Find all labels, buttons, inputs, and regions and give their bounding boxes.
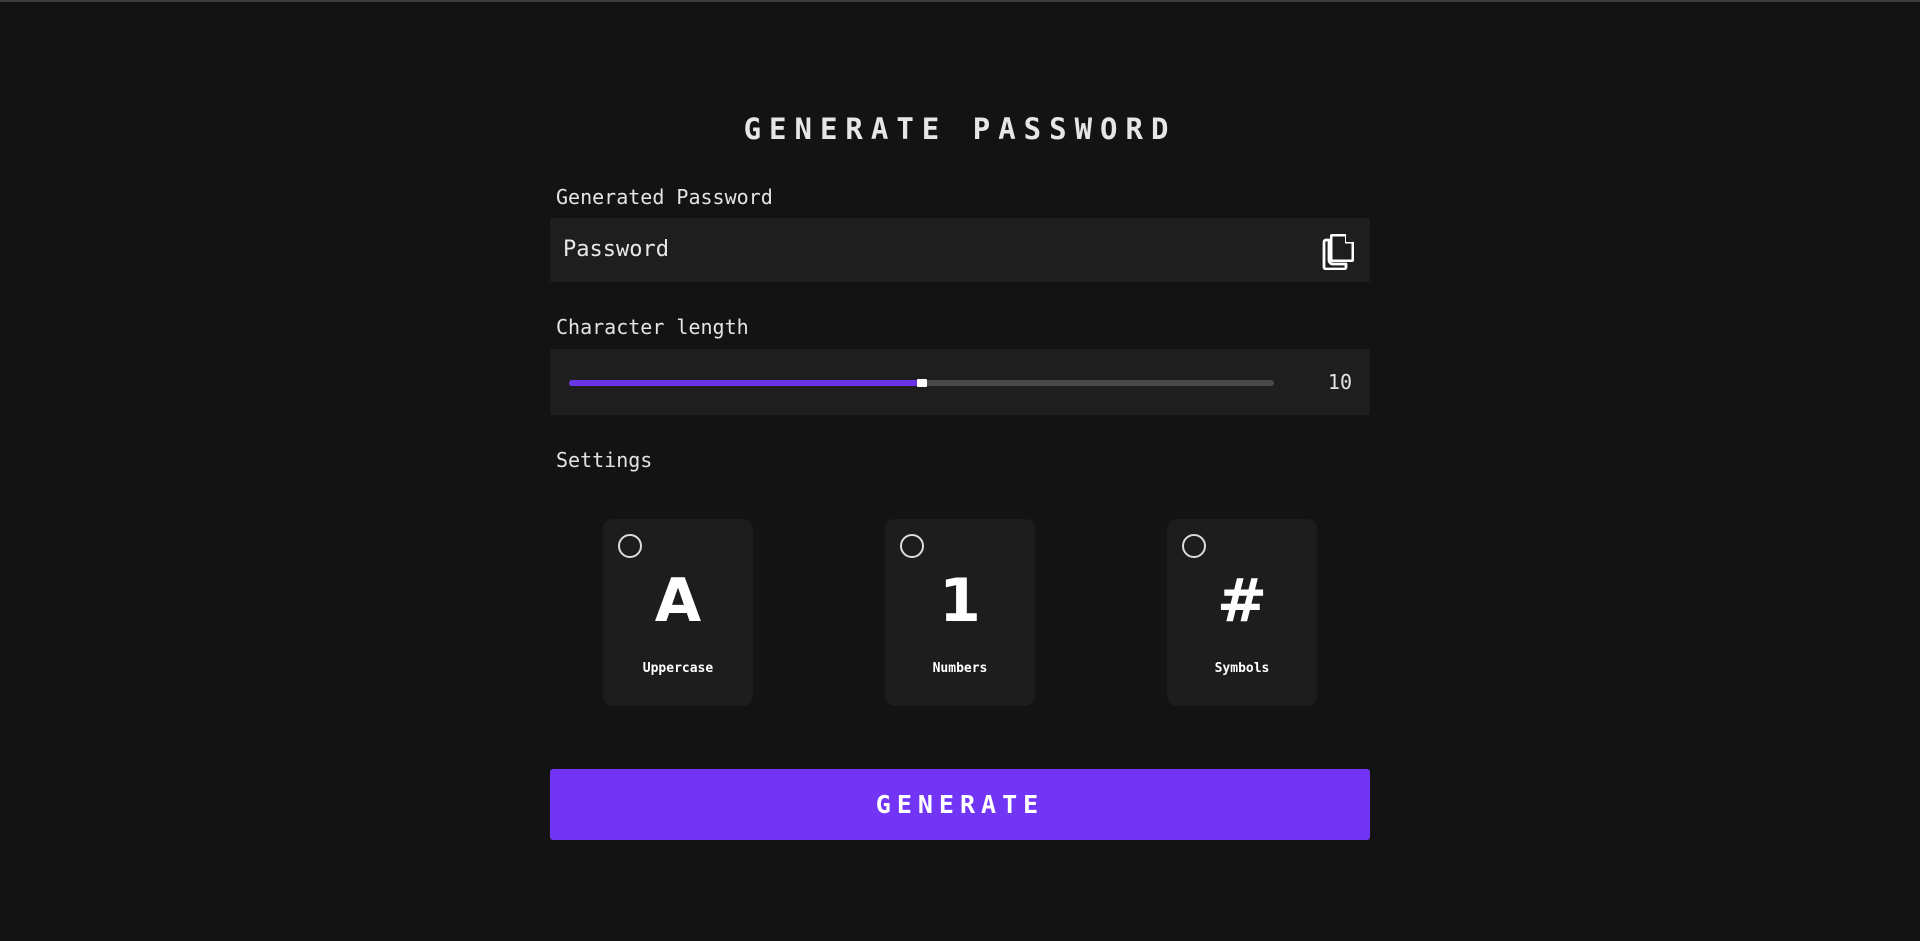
symbols-icon: #: [1216, 566, 1268, 636]
copy-icon: [1322, 234, 1354, 270]
uppercase-icon: A: [654, 566, 702, 636]
symbols-radio[interactable]: [1182, 534, 1206, 558]
length-value: 10: [1327, 370, 1352, 394]
uppercase-radio[interactable]: [618, 534, 642, 558]
password-label: Generated Password: [556, 185, 773, 209]
numbers-option[interactable]: 1 Numbers: [885, 519, 1035, 706]
password-output[interactable]: [563, 218, 1263, 282]
page-title: GENERATE PASSWORD: [743, 112, 1177, 146]
numbers-icon: 1: [939, 566, 981, 636]
symbols-option[interactable]: # Symbols: [1167, 519, 1317, 706]
copy-button[interactable]: [1316, 228, 1360, 272]
character-length-container: 10: [550, 349, 1370, 415]
numbers-label: Numbers: [932, 661, 988, 676]
password-field-container: [550, 218, 1370, 282]
symbols-label: Symbols: [1214, 661, 1270, 676]
settings-label: Settings: [556, 448, 653, 472]
generate-button[interactable]: GENERATE: [550, 769, 1370, 840]
slider-thumb[interactable]: [916, 379, 927, 387]
uppercase-option[interactable]: A Uppercase: [603, 519, 753, 706]
uppercase-label: Uppercase: [642, 661, 714, 676]
top-border: [0, 0, 1920, 2]
length-slider[interactable]: [569, 379, 1274, 387]
character-length-label: Character length: [556, 315, 749, 339]
slider-fill: [569, 380, 922, 386]
numbers-radio[interactable]: [900, 534, 924, 558]
